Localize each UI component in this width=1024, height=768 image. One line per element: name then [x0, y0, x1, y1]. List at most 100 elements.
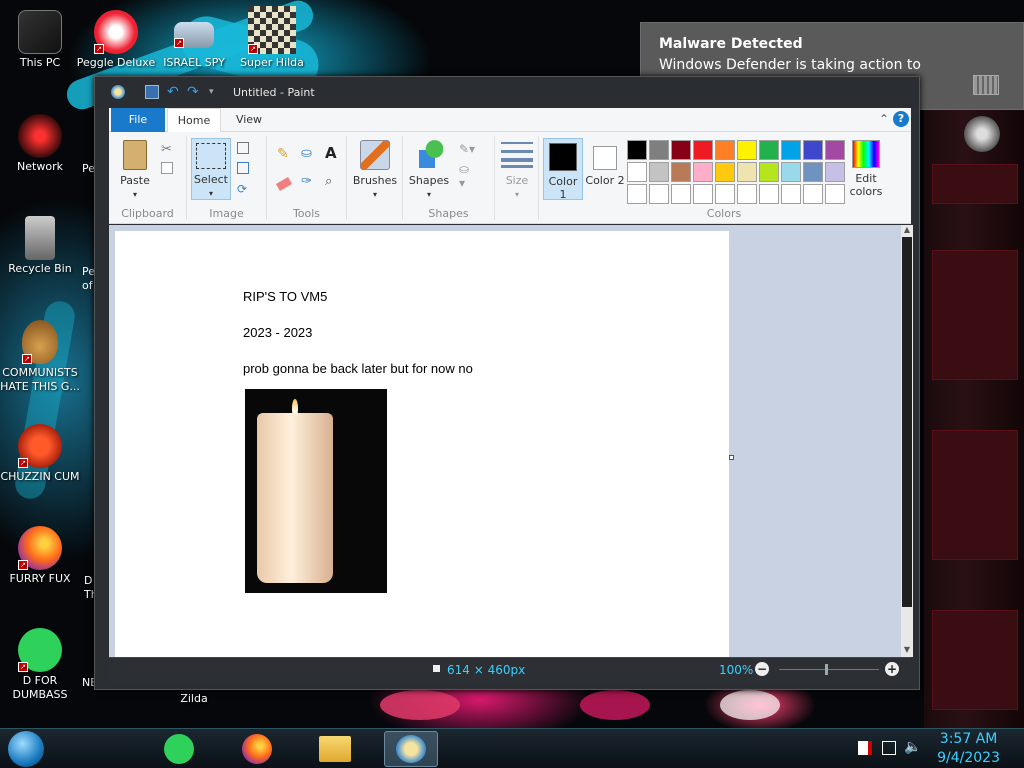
scroll-up-arrow[interactable]: ▲ [901, 225, 913, 237]
palette-swatch[interactable] [627, 184, 647, 204]
title-bar[interactable]: ↶ ↷ ▾ Untitled - Paint [95, 77, 919, 107]
desktop-icon-furry-fux[interactable]: ↗ FURRY FUX [0, 526, 80, 586]
palette-swatch[interactable] [649, 184, 669, 204]
save-icon[interactable] [145, 85, 159, 99]
shapes-button[interactable]: Shapes ▾ [405, 138, 453, 201]
palette-swatch[interactable] [715, 184, 735, 204]
palette-swatch[interactable] [803, 162, 823, 182]
help-icon[interactable]: ? [893, 111, 909, 127]
palette-swatch[interactable] [671, 140, 691, 160]
outline-icon[interactable]: ✎▾ [459, 142, 475, 158]
palette-swatch[interactable] [671, 162, 691, 182]
copy-icon[interactable] [161, 162, 173, 174]
desktop-icon-communists[interactable]: ↗ COMMUNISTS HATE THIS G... [0, 320, 80, 394]
zoom-slider-thumb[interactable] [825, 664, 828, 675]
eraser-icon[interactable] [275, 177, 293, 191]
select-button[interactable]: Select ▾ [191, 138, 231, 200]
text-icon[interactable]: A [325, 144, 341, 162]
system-clock[interactable]: 3:57 AM 9/4/2023 [937, 730, 1000, 768]
palette-swatch[interactable] [737, 140, 757, 160]
zoom-slider[interactable] [779, 669, 879, 670]
zoom-out-button[interactable]: − [755, 662, 769, 676]
palette-swatch[interactable] [781, 140, 801, 160]
magnifier-icon[interactable]: ⌕ [325, 174, 341, 190]
palette-swatch[interactable] [737, 184, 757, 204]
group-size: Size ▾ [495, 136, 539, 220]
minimize-ribbon-icon[interactable]: ⌃ [879, 112, 889, 126]
crop-icon[interactable] [237, 142, 249, 154]
palette-swatch[interactable] [737, 162, 757, 182]
palette-swatch[interactable] [627, 162, 647, 182]
network-tray-icon[interactable] [882, 741, 896, 755]
color2-button[interactable]: Color 2 [585, 138, 625, 200]
palette-swatch[interactable] [803, 140, 823, 160]
start-button[interactable] [8, 731, 44, 767]
paint-window[interactable]: ↶ ↷ ▾ Untitled - Paint File Home View ⌃ … [94, 76, 920, 690]
edit-colors-button[interactable]: Edit colors [849, 138, 883, 198]
desktop-icon-zilda[interactable]: Zilda [154, 692, 234, 706]
color-picker-icon[interactable]: ✑ [301, 174, 317, 190]
recycle-bin-icon [25, 216, 55, 260]
desktop-icon-chuzzin[interactable]: ↗ CHUZZIN CUM [0, 424, 80, 484]
palette-swatch[interactable] [781, 184, 801, 204]
canvas-resize-handle[interactable] [729, 455, 734, 460]
redo-icon[interactable]: ↷ [187, 85, 201, 99]
palette-swatch[interactable] [693, 162, 713, 182]
zoom-in-button[interactable]: + [885, 662, 899, 676]
taskbar: 🔈 3:57 AM 9/4/2023 [0, 728, 1024, 768]
scroll-thumb[interactable] [902, 237, 912, 607]
palette-swatch[interactable] [627, 140, 647, 160]
customize-qat-icon[interactable]: ▾ [209, 85, 223, 99]
desktop-icon-this-pc[interactable]: This PC [0, 10, 80, 70]
vertical-scrollbar[interactable]: ▲ ▼ [901, 225, 913, 657]
paste-button[interactable]: Paste ▾ [115, 138, 155, 201]
desktop-icon-israel-spy[interactable]: ↗ ISRAEL SPY [154, 10, 234, 70]
taskbar-chat-app[interactable] [152, 731, 206, 767]
undo-icon[interactable]: ↶ [167, 85, 181, 99]
drawing-canvas[interactable]: RIP'S TO VM5 2023 - 2023 prob gonna be b… [115, 231, 729, 657]
palette-swatch[interactable] [781, 162, 801, 182]
palette-swatch[interactable] [803, 184, 823, 204]
palette-swatch[interactable] [649, 140, 669, 160]
palette-swatch[interactable] [825, 140, 845, 160]
partial-label: D [84, 574, 93, 587]
firefox-icon [242, 734, 272, 764]
scroll-down-arrow[interactable]: ▼ [901, 645, 913, 657]
palette-swatch[interactable] [693, 184, 713, 204]
paint-app-icon[interactable] [111, 85, 125, 99]
palette-swatch[interactable] [715, 140, 735, 160]
desktop-icon-d-for-dumbass[interactable]: ↗ D FOR DUMBASS [0, 628, 80, 702]
tab-file[interactable]: File [111, 108, 165, 132]
palette-swatch[interactable] [693, 140, 713, 160]
palette-swatch[interactable] [759, 162, 779, 182]
color1-button[interactable]: Color 1 [543, 138, 583, 201]
taskbar-firefox[interactable] [230, 731, 284, 767]
taskbar-paint[interactable] [384, 731, 438, 767]
file-explorer-icon [319, 736, 351, 762]
desktop-icon-peggle[interactable]: ↗ Peggle Deluxe [76, 10, 156, 70]
desktop-icon-recycle-bin[interactable]: Recycle Bin [0, 216, 80, 276]
taskbar-file-explorer[interactable] [308, 731, 362, 767]
volume-icon[interactable]: 🔈 [904, 739, 921, 755]
palette-swatch[interactable] [759, 140, 779, 160]
tab-view[interactable]: View [225, 108, 273, 132]
cut-icon[interactable]: ✂ [161, 142, 177, 158]
size-button[interactable]: Size ▾ [497, 142, 537, 201]
desktop-icon-network[interactable]: Network [0, 114, 80, 174]
brushes-button[interactable]: Brushes ▾ [349, 138, 401, 201]
resize-icon[interactable] [237, 162, 249, 174]
palette-swatch[interactable] [649, 162, 669, 182]
shape-fill-icon[interactable]: ⛀▾ [459, 162, 475, 190]
rotate-icon[interactable]: ⟳ [237, 182, 253, 198]
palette-swatch[interactable] [671, 184, 691, 204]
tab-home[interactable]: Home [167, 108, 221, 132]
action-center-icon[interactable] [858, 741, 872, 755]
palette-swatch[interactable] [715, 162, 735, 182]
fill-icon[interactable]: ⛀ [301, 146, 317, 162]
palette-swatch[interactable] [759, 184, 779, 204]
pencil-icon[interactable]: ✎ [277, 146, 293, 162]
desktop-icon-super-hilda[interactable]: ↗ Super Hilda [232, 6, 312, 70]
palette-swatch[interactable] [825, 184, 845, 204]
shapes-icon [415, 140, 443, 170]
palette-swatch[interactable] [825, 162, 845, 182]
